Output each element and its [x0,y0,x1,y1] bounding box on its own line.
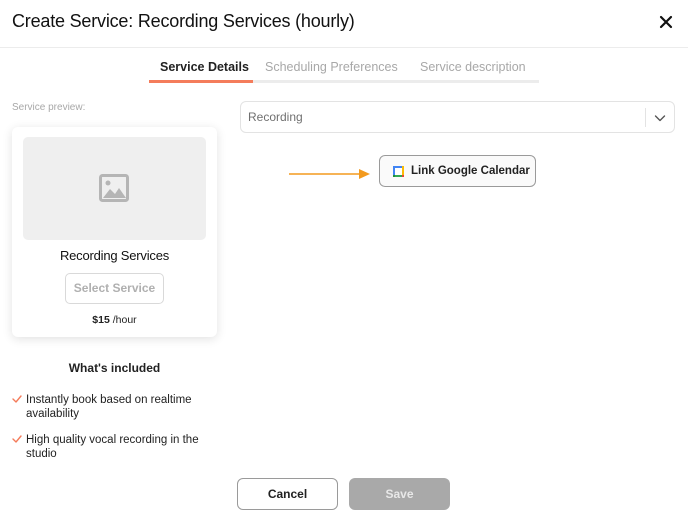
service-preview-label: Service preview: [12,102,86,113]
link-google-calendar-label: Link Google Calendar [411,165,530,177]
select-service-button[interactable]: Select Service [65,273,164,304]
service-name: Recording Services [59,248,170,263]
cancel-button[interactable]: Cancel [237,478,338,510]
check-icon [12,435,22,443]
close-button[interactable] [656,12,676,32]
service-price: $15 /hour [12,314,217,326]
google-calendar-icon [393,166,404,177]
tab-scheduling-preferences[interactable]: Scheduling Preferences [265,60,398,74]
annotation-arrow-icon [289,169,370,179]
check-icon [12,395,22,403]
link-google-calendar-button[interactable]: Link Google Calendar [379,155,536,187]
category-dropdown-value: Recording [248,110,303,124]
tab-service-details[interactable]: Service Details [160,60,249,74]
included-item-text: Instantly book based on realtime availab… [26,394,192,420]
price-amount: $15 [92,314,110,326]
tab-bar: Service Details Scheduling Preferences S… [149,58,539,84]
price-unit: /hour [109,314,137,326]
service-preview-card: Recording Services Select Service $15 /h… [12,127,217,337]
tab-service-description[interactable]: Service description [420,60,526,74]
included-item-text: High quality vocal recording in the stud… [26,434,199,460]
dropdown-separator [645,108,646,127]
category-dropdown[interactable]: Recording [240,101,675,133]
modal-header: Create Service: Recording Services (hour… [0,0,688,48]
whats-included-title: What's included [68,361,161,375]
save-button[interactable]: Save [349,478,450,510]
active-tab-indicator [149,80,253,83]
image-placeholder-icon [99,174,129,202]
service-image-placeholder [23,137,206,240]
modal-title: Create Service: Recording Services (hour… [12,11,355,31]
close-icon [659,15,673,29]
chevron-down-icon[interactable] [654,112,666,124]
